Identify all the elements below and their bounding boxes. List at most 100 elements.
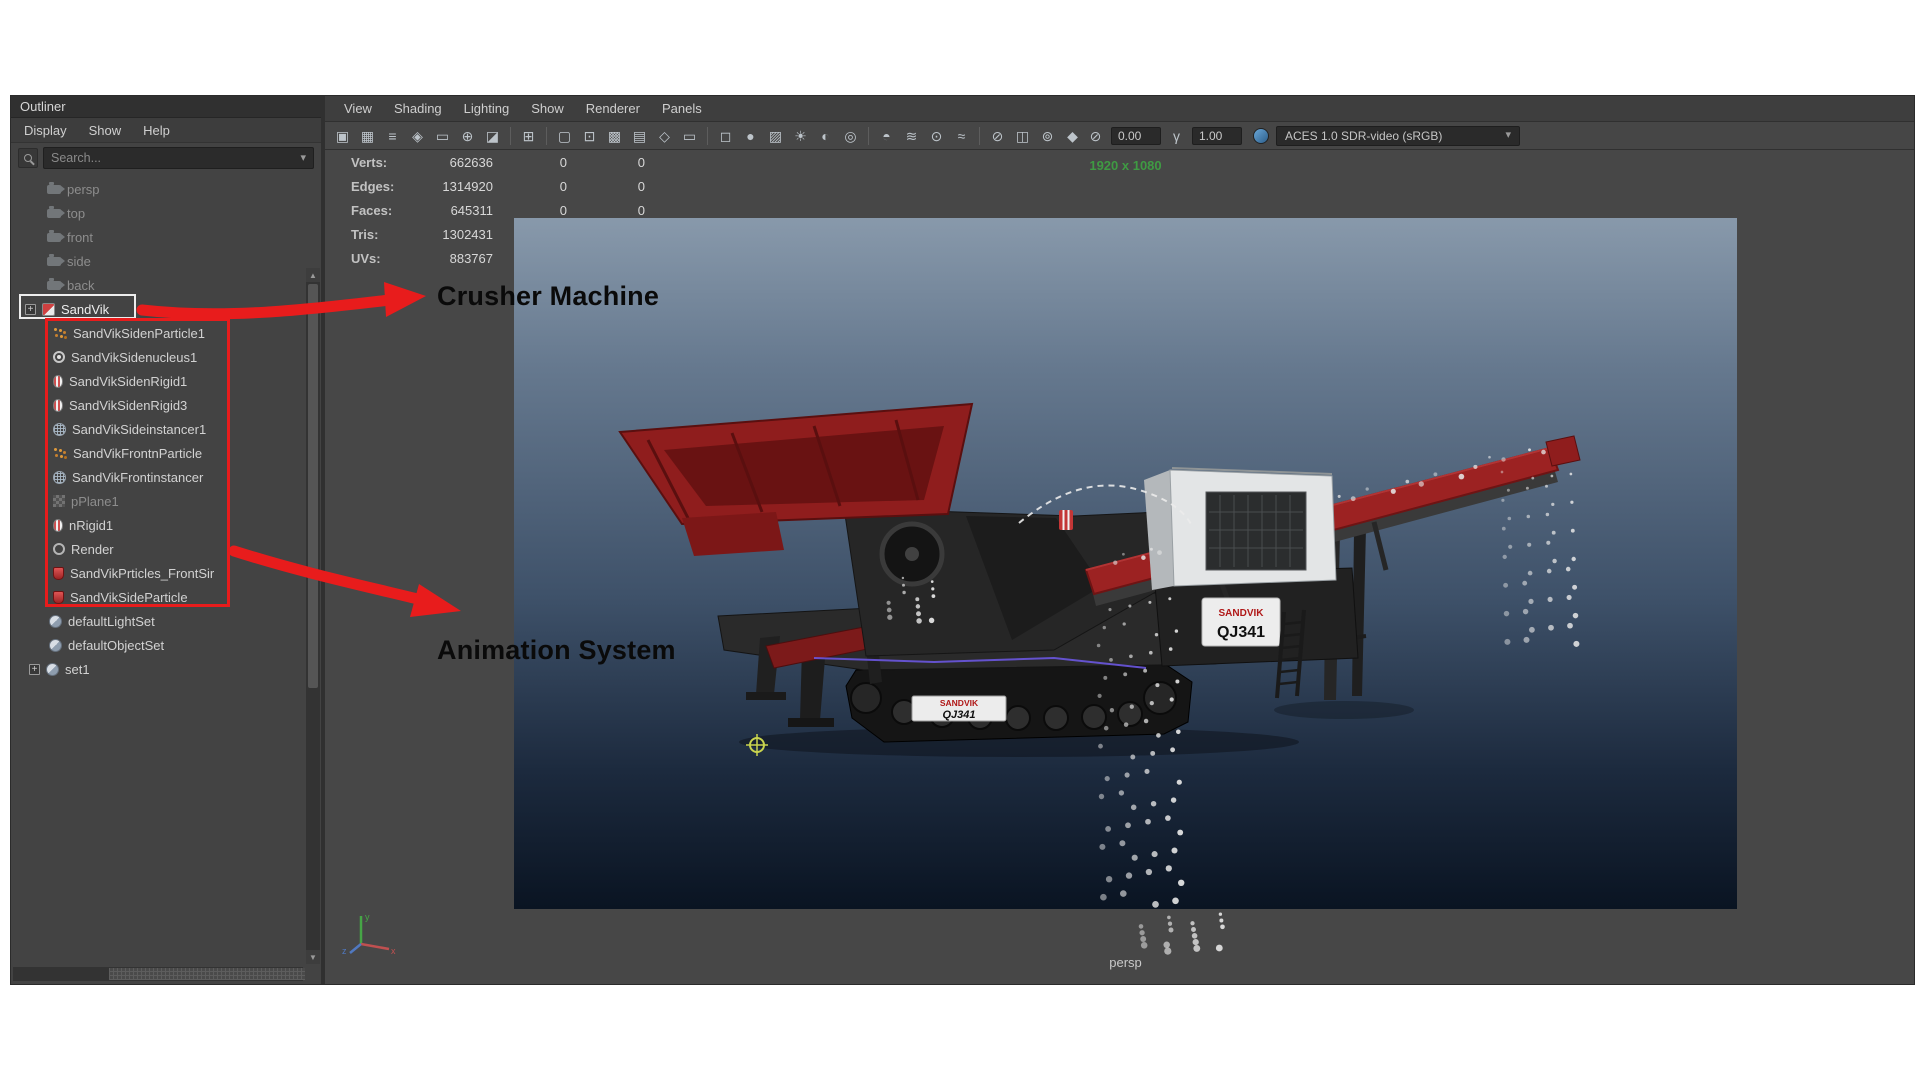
outliner-item[interactable]: SandVikSideParticle: [11, 585, 321, 609]
outliner-item-camera[interactable]: back: [11, 273, 321, 297]
icon-glyph: ▭: [682, 127, 697, 144]
depth-of-field-icon[interactable]: ⊙: [925, 124, 948, 147]
gate-mask-icon[interactable]: ▩: [603, 124, 626, 147]
scrollbar-thumb[interactable]: [109, 968, 305, 980]
outliner-item[interactable]: Render: [11, 537, 321, 561]
outliner-item[interactable]: SandVikSidenucleus1: [11, 345, 321, 369]
motion-blur-icon[interactable]: ◓: [875, 124, 898, 147]
field-chart-icon[interactable]: ▤: [628, 124, 651, 147]
viewport-menu-item[interactable]: Show: [520, 101, 575, 116]
outliner-menu-item[interactable]: Help: [132, 123, 181, 138]
textured-icon[interactable]: ▨: [764, 124, 787, 147]
lock-camera-icon[interactable]: ▦: [356, 124, 379, 147]
hud-col2: 0: [559, 178, 567, 194]
resolution-gate-icon[interactable]: ⊡: [578, 124, 601, 147]
viewport-menu-item[interactable]: Shading: [383, 101, 453, 116]
outliner-horizontal-scrollbar[interactable]: [13, 967, 305, 981]
outliner-item[interactable]: SandVikFrontinstancer: [11, 465, 321, 489]
outliner-item[interactable]: SandVikPrticles_FrontSir: [11, 561, 321, 585]
maya-window: Outliner DisplayShowHelp ▾ persp: [10, 95, 1915, 985]
outliner-item[interactable]: pPlane1: [11, 489, 321, 513]
fog-icon[interactable]: ≈: [950, 124, 973, 147]
outliner-vertical-scrollbar[interactable]: ▲ ▼: [306, 268, 320, 964]
viewport-menu-item[interactable]: Panels: [651, 101, 713, 116]
viewport-canvas[interactable]: Verts: 662636 0 0 Edges: 1314920 0 0 Fac…: [325, 150, 1914, 984]
camera-icon: [47, 253, 65, 266]
image-plane-icon[interactable]: ▭: [431, 124, 454, 147]
outliner-item-camera[interactable]: persp: [11, 177, 321, 201]
screen-ao-icon[interactable]: ◎: [839, 124, 862, 147]
outliner-item[interactable]: SandVikSidenRigid1: [11, 369, 321, 393]
icon-glyph: ≋: [905, 127, 918, 144]
scroll-down-icon[interactable]: ▼: [306, 950, 320, 964]
isolate-select-icon[interactable]: ⊘: [986, 124, 1009, 147]
plane-icon: [53, 495, 65, 507]
outliner-item-camera[interactable]: side: [11, 249, 321, 273]
grease-pencil-icon[interactable]: ◪: [481, 124, 504, 147]
gamma-toggle-icon[interactable]: γ: [1165, 124, 1188, 147]
outliner-item-camera[interactable]: top: [11, 201, 321, 225]
render-icon: [53, 543, 65, 555]
viewport-menu-item[interactable]: View: [333, 101, 383, 116]
shadows-icon[interactable]: ◐: [814, 124, 837, 147]
exposure-toggle-icon[interactable]: ⊘: [1084, 124, 1107, 147]
exposure-field[interactable]: 0.00: [1111, 126, 1161, 145]
outliner-item-sandvik[interactable]: + SandVik: [11, 297, 321, 321]
x-axis: [360, 942, 390, 951]
outliner-menu-item[interactable]: Display: [13, 123, 78, 138]
viewport-menu-item[interactable]: Lighting: [453, 101, 521, 116]
icon-glyph: ⊚: [1041, 127, 1054, 144]
safe-title-icon[interactable]: ▭: [678, 124, 701, 147]
set-icon: [46, 662, 59, 676]
hud-count: 1314920: [442, 178, 493, 194]
rear-brand-label: SANDVIK QJ341: [1201, 597, 1281, 647]
xray-icon[interactable]: ◫: [1011, 124, 1034, 147]
outliner-item-camera[interactable]: front: [11, 225, 321, 249]
transform-icon: [42, 302, 55, 316]
outliner-item[interactable]: SandVikSidenRigid3: [11, 393, 321, 417]
viewport-menu-item[interactable]: Renderer: [575, 101, 651, 116]
film-gate-icon[interactable]: ▢: [553, 124, 576, 147]
hud-row: Edges: 1314920 0 0: [351, 174, 645, 198]
gamma-field[interactable]: 1.00: [1192, 126, 1242, 145]
camera-icon: [47, 181, 65, 194]
search-caret-icon[interactable]: ▾: [300, 152, 306, 164]
search-filter-button[interactable]: [18, 148, 38, 168]
expand-toggle[interactable]: +: [29, 663, 40, 675]
outliner-item[interactable]: nRigid1: [11, 513, 321, 537]
outliner-item-set1[interactable]: + set1: [11, 657, 321, 681]
scrollbar-thumb[interactable]: [308, 284, 318, 688]
hud-count: 1302431: [442, 226, 493, 242]
item-label: front: [67, 229, 94, 245]
search-input[interactable]: [51, 151, 297, 165]
item-label: defaultLightSet: [68, 613, 155, 629]
instancer-icon: [53, 422, 66, 436]
outliner-item[interactable]: SandVikFrontnParticle: [11, 441, 321, 465]
use-all-lights-icon[interactable]: ☀: [789, 124, 812, 147]
outliner-item[interactable]: SandVikSidenParticle1: [11, 321, 321, 345]
bookmark-icon[interactable]: ◈: [406, 124, 429, 147]
outliner-item-set[interactable]: defaultLightSet: [11, 609, 321, 633]
plugin-shading-icon[interactable]: ◆: [1061, 124, 1084, 147]
color-management-icon[interactable]: [1253, 127, 1269, 144]
model-text: QJ341: [942, 709, 975, 721]
pan-zoom-icon[interactable]: ⊕: [456, 124, 479, 147]
wireframe-icon[interactable]: ◻: [714, 124, 737, 147]
camera-attributes-icon[interactable]: ≡: [381, 124, 404, 147]
outliner-menu-item[interactable]: Show: [78, 123, 133, 138]
grid-icon[interactable]: ⊞: [517, 124, 540, 147]
colorspace-dropdown[interactable]: ACES 1.0 SDR-video (sRGB) ▾: [1276, 125, 1520, 146]
smooth-shade-icon[interactable]: ●: [739, 124, 762, 147]
expand-toggle[interactable]: +: [25, 303, 36, 315]
item-label: top: [67, 205, 86, 221]
joints-icon[interactable]: ⊚: [1036, 124, 1059, 147]
scroll-up-icon[interactable]: ▲: [306, 268, 320, 282]
hud-label: Faces:: [351, 202, 393, 218]
camera-name-label: persp: [1109, 955, 1142, 970]
multisample-icon[interactable]: ≋: [900, 124, 923, 147]
outliner-item-set[interactable]: defaultObjectSet: [11, 633, 321, 657]
safe-action-icon[interactable]: ◇: [653, 124, 676, 147]
icon-glyph: ⊡: [583, 127, 596, 144]
outliner-item[interactable]: SandVikSideinstancer1: [11, 417, 321, 441]
select-camera-icon[interactable]: ▣: [331, 124, 354, 147]
